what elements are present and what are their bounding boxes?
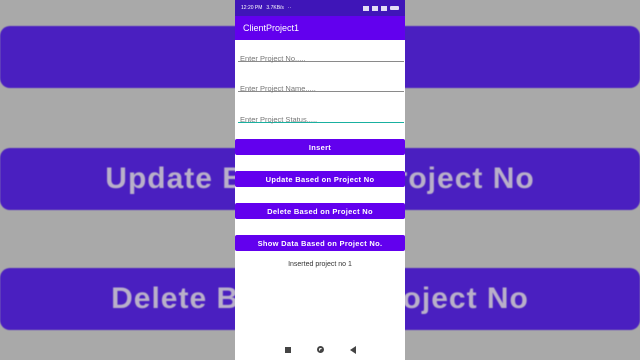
result-message: Inserted project no 1 — [288, 261, 352, 268]
project-status-field — [238, 109, 405, 126]
wifi-icon — [381, 5, 387, 11]
navigation-bar — [235, 339, 405, 360]
battery-icon — [390, 6, 399, 10]
status-speed: 3.7KB/s — [266, 5, 284, 11]
project-name-input[interactable] — [238, 82, 405, 95]
delete-button[interactable]: Delete Based on Project No — [235, 203, 405, 219]
back-icon[interactable] — [349, 345, 356, 354]
status-time: 12:20 PM — [241, 5, 263, 11]
app-bar: ClientProject1 — [235, 16, 405, 40]
status-dots: ·· — [287, 5, 292, 11]
home-icon[interactable] — [316, 346, 324, 353]
project-no-input[interactable] — [238, 52, 405, 65]
app-title: ClientProject1 — [243, 23, 300, 33]
phone-screen: 12:20 PM 3.7KB/s ·· ClientProject1 Inser… — [235, 0, 405, 360]
signal-icon — [372, 5, 378, 11]
show-data-button[interactable]: Show Data Based on Project No. — [235, 235, 405, 251]
signal-icon — [363, 5, 369, 11]
project-status-input[interactable] — [238, 113, 405, 126]
insert-button[interactable]: Insert — [235, 139, 405, 155]
project-no-field — [238, 48, 405, 65]
update-button[interactable]: Update Based on Project No — [235, 171, 405, 187]
project-name-field — [238, 78, 405, 95]
status-bar: 12:20 PM 3.7KB/s ·· — [235, 0, 405, 16]
recents-icon[interactable] — [284, 346, 291, 353]
